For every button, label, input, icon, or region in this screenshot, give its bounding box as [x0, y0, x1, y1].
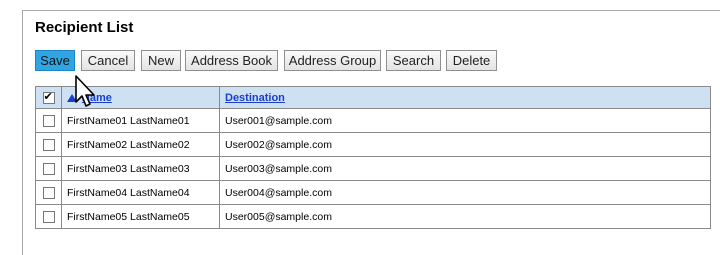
recipient-destination: User001@sample.com	[219, 108, 711, 133]
table-row[interactable]: FirstName05 LastName05 User005@sample.co…	[35, 204, 711, 229]
row-select-cell	[35, 108, 62, 133]
search-button[interactable]: Search	[386, 50, 441, 71]
select-all-cell	[35, 86, 62, 109]
row-select-cell	[35, 156, 62, 181]
address-book-button[interactable]: Address Book	[185, 50, 278, 71]
recipient-name: FirstName05 LastName05	[61, 204, 220, 229]
table-row[interactable]: FirstName03 LastName03 User003@sample.co…	[35, 156, 711, 181]
sort-ascending-icon	[67, 93, 77, 102]
table-row[interactable]: FirstName01 LastName01 User001@sample.co…	[35, 108, 711, 133]
row-select-cell	[35, 132, 62, 157]
recipient-name: FirstName02 LastName02	[61, 132, 220, 157]
select-all-checkbox[interactable]	[42, 90, 55, 104]
recipient-table: Name Destination FirstName01 LastName01 …	[35, 86, 711, 229]
name-sort-link[interactable]: Name	[82, 92, 112, 104]
table-header-row: Name Destination	[35, 86, 711, 109]
destination-column-header: Destination	[219, 86, 711, 109]
address-group-button[interactable]: Address Group	[284, 50, 381, 71]
name-column-header: Name	[61, 86, 220, 109]
row-checkbox[interactable]	[42, 162, 55, 175]
recipient-destination: User002@sample.com	[219, 132, 711, 157]
table-row[interactable]: FirstName04 LastName04 User004@sample.co…	[35, 180, 711, 205]
page-title: Recipient List	[35, 19, 134, 36]
row-checkbox[interactable]	[42, 114, 55, 127]
cancel-button[interactable]: Cancel	[81, 50, 135, 71]
row-select-cell	[35, 204, 62, 229]
recipient-destination: User003@sample.com	[219, 156, 711, 181]
destination-sort-link[interactable]: Destination	[225, 92, 285, 104]
row-checkbox[interactable]	[42, 210, 55, 223]
recipient-name: FirstName04 LastName04	[61, 180, 220, 205]
recipient-destination: User004@sample.com	[219, 180, 711, 205]
delete-button[interactable]: Delete	[446, 50, 497, 71]
row-select-cell	[35, 180, 62, 205]
table-row[interactable]: FirstName02 LastName02 User002@sample.co…	[35, 132, 711, 157]
recipient-name: FirstName03 LastName03	[61, 156, 220, 181]
row-checkbox[interactable]	[42, 186, 55, 199]
row-checkbox[interactable]	[42, 138, 55, 151]
recipient-name: FirstName01 LastName01	[61, 108, 220, 133]
save-button[interactable]: Save	[35, 50, 75, 71]
new-button[interactable]: New	[141, 50, 181, 71]
recipient-destination: User005@sample.com	[219, 204, 711, 229]
